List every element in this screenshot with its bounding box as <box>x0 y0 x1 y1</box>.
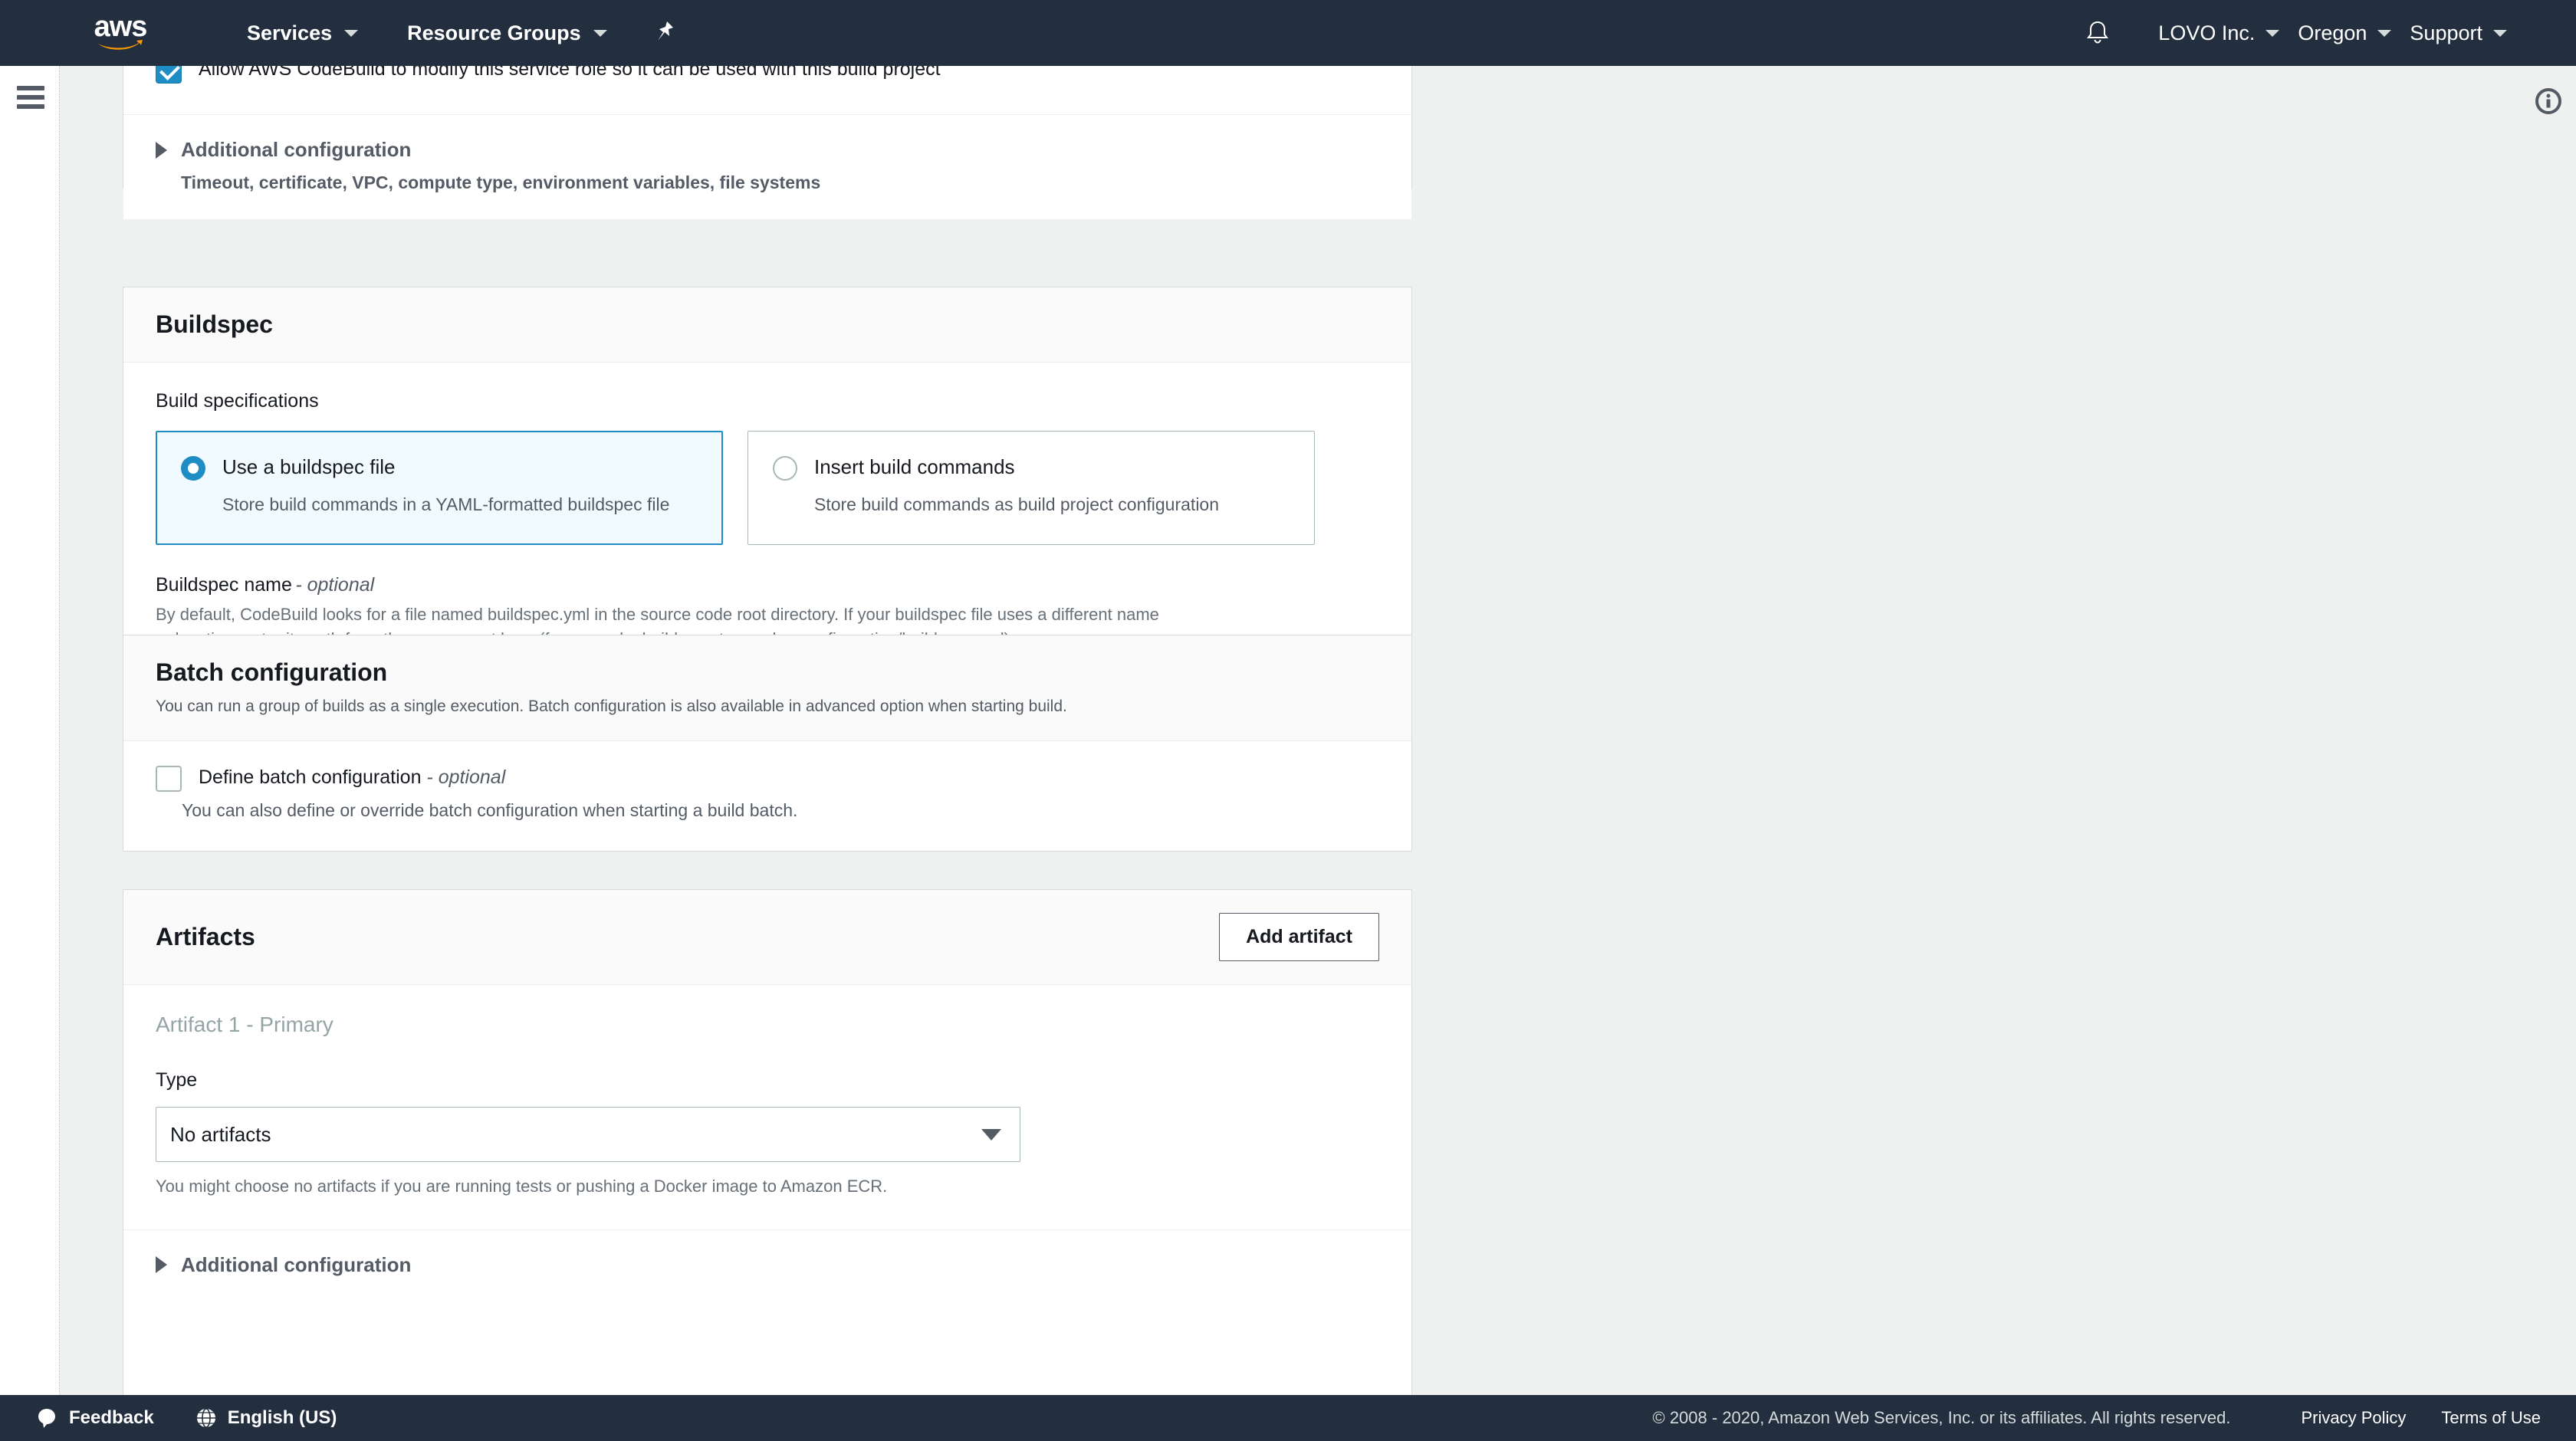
speech-bubble-icon <box>37 1408 58 1428</box>
radio-use-buildspec-file[interactable] <box>181 456 205 481</box>
add-artifact-button[interactable]: Add artifact <box>1219 913 1379 961</box>
define-batch-configuration-checkbox[interactable] <box>156 766 182 793</box>
radio-tile-use-buildspec-file[interactable]: Use a buildspec file Store build command… <box>156 431 723 546</box>
buildspec-name-optional-tag: - optional <box>295 574 375 596</box>
chevron-down-icon <box>593 29 607 37</box>
globe-icon <box>196 1407 217 1429</box>
artifacts-panel-header: Artifacts Add artifact <box>123 890 1411 985</box>
info-circle-icon[interactable] <box>2533 86 2564 120</box>
chevron-down-icon <box>2266 29 2280 37</box>
build-specifications-label: Build specifications <box>156 390 319 412</box>
radio-tile-insert-build-commands[interactable]: Insert build commands Store build comman… <box>748 431 1315 546</box>
chevron-down-icon <box>981 1128 1001 1141</box>
buildspec-panel-header: Buildspec <box>123 287 1411 363</box>
hamburger-bar <box>17 95 44 100</box>
allow-role-modify-checkbox-row[interactable]: Allow AWS CodeBuild to modify this servi… <box>156 66 1379 84</box>
define-batch-configuration-label: Define batch configuration <box>199 766 422 789</box>
nav-region-menu[interactable]: Oregon <box>2288 0 2400 66</box>
environment-additional-configuration-title: Additional configuration <box>181 138 412 161</box>
left-navigation-rail <box>0 66 60 1441</box>
build-specifications-radio-group: Use a buildspec file Store build command… <box>156 431 1379 546</box>
chevron-right-icon <box>156 1256 167 1274</box>
hamburger-menu-icon[interactable] <box>17 86 44 109</box>
artifacts-additional-configuration[interactable]: Additional configuration <box>123 1229 1411 1303</box>
chevron-down-icon <box>2493 29 2507 37</box>
artifacts-additional-configuration-toggle[interactable]: Additional configuration <box>156 1253 1379 1277</box>
nav-support-label: Support <box>2410 21 2482 44</box>
artifacts-additional-configuration-title: Additional configuration <box>181 1252 412 1276</box>
chevron-down-icon <box>2377 29 2392 37</box>
define-batch-configuration-optional-tag: - optional <box>426 766 506 789</box>
environment-additional-configuration-sub: Timeout, certificate, VPC, compute type,… <box>181 172 821 192</box>
environment-panel: Allow AWS CodeBuild to modify this servi… <box>123 66 1412 219</box>
chevron-right-icon <box>156 141 167 159</box>
aws-logo-wordmark: aws <box>94 10 148 43</box>
radio-insert-build-commands[interactable] <box>773 456 797 481</box>
nav-account-label: LOVO Inc. <box>2158 21 2256 44</box>
artifact-type-label: Type <box>156 1069 198 1091</box>
artifact-type-select[interactable]: No artifacts <box>156 1107 1020 1162</box>
page-footer: Feedback English (US) © 2008 - 2020, Ama… <box>0 1395 2576 1441</box>
aws-logo[interactable]: aws <box>86 10 155 51</box>
privacy-policy-link[interactable]: Privacy Policy <box>2301 1408 2406 1428</box>
artifact-type-selected-value: No artifacts <box>170 1122 271 1146</box>
bell-notification-icon[interactable] <box>2086 20 2109 46</box>
top-navigation-right: LOVO Inc. Oregon Support <box>2086 0 2576 66</box>
hamburger-bar <box>17 104 44 109</box>
language-label: English (US) <box>227 1407 337 1428</box>
batch-configuration-title: Batch configuration <box>156 658 388 686</box>
batch-configuration-body: Define batch configuration - optional Yo… <box>123 741 1411 850</box>
language-selector[interactable]: English (US) <box>196 1407 337 1429</box>
footer-right-group: © 2008 - 2020, Amazon Web Services, Inc.… <box>1653 1408 2576 1428</box>
buildspec-name-label: Buildspec name <box>156 574 292 596</box>
feedback-button[interactable]: Feedback <box>37 1407 154 1429</box>
artifacts-panel: Artifacts Add artifact Artifact 1 - Prim… <box>123 889 1412 1415</box>
aws-logo-smile-icon <box>97 39 144 51</box>
nav-services[interactable]: Services <box>236 0 369 66</box>
copyright-text: © 2008 - 2020, Amazon Web Services, Inc.… <box>1652 1408 2231 1427</box>
pin-icon[interactable] <box>655 21 675 45</box>
environment-additional-configuration[interactable]: Additional configuration Timeout, certif… <box>123 115 1411 219</box>
radio-tile-sub: Store build commands as build project co… <box>814 494 1220 514</box>
artifacts-panel-title: Artifacts <box>156 923 255 950</box>
chevron-down-icon <box>344 29 359 37</box>
nav-resource-groups-label: Resource Groups <box>407 21 581 44</box>
define-batch-config-row[interactable]: Define batch configuration - optional Yo… <box>156 764 1379 822</box>
allow-role-modify-checkbox[interactable] <box>156 66 182 84</box>
define-batch-configuration-label-wrap: Define batch configuration - optional <box>199 764 797 790</box>
nav-resource-groups[interactable]: Resource Groups <box>396 0 618 66</box>
top-navigation-bar: aws Services Resource Groups LOVO Inc. O… <box>0 0 2576 66</box>
feedback-label: Feedback <box>69 1407 154 1428</box>
nav-services-label: Services <box>247 21 333 44</box>
nav-account-menu[interactable]: LOVO Inc. <box>2149 0 2288 66</box>
nav-region-label: Oregon <box>2298 21 2367 44</box>
allow-role-modify-label: Allow AWS CodeBuild to modify this servi… <box>199 66 941 80</box>
right-help-rail <box>2522 66 2576 1441</box>
batch-configuration-description: You can run a group of builds as a singl… <box>156 698 1067 715</box>
buildspec-panel-title: Buildspec <box>156 310 273 338</box>
batch-configuration-header: Batch configuration You can run a group … <box>123 635 1411 742</box>
artifact-1-primary-subtitle: Artifact 1 - Primary <box>156 1013 334 1036</box>
radio-tile-label: Use a buildspec file <box>222 455 396 478</box>
define-batch-configuration-sub: You can also define or override batch co… <box>182 800 798 821</box>
main-content-scroll-area: Allow AWS CodeBuild to modify this servi… <box>61 66 2522 1415</box>
nav-support-menu[interactable]: Support <box>2400 0 2516 66</box>
radio-tile-sub: Store build commands in a YAML-formatted… <box>222 494 670 514</box>
artifacts-panel-body: Artifact 1 - Primary Type No artifacts Y… <box>123 985 1411 1229</box>
artifact-type-hint: You might choose no artifacts if you are… <box>156 1177 888 1196</box>
hamburger-bar <box>17 86 44 90</box>
terms-of-use-link[interactable]: Terms of Use <box>2441 1408 2541 1428</box>
environment-additional-configuration-toggle[interactable]: Additional configuration <box>156 138 1379 162</box>
radio-tile-label: Insert build commands <box>814 455 1015 478</box>
footer-left-group: Feedback English (US) <box>37 1407 378 1429</box>
batch-configuration-panel: Batch configuration You can run a group … <box>123 635 1412 852</box>
